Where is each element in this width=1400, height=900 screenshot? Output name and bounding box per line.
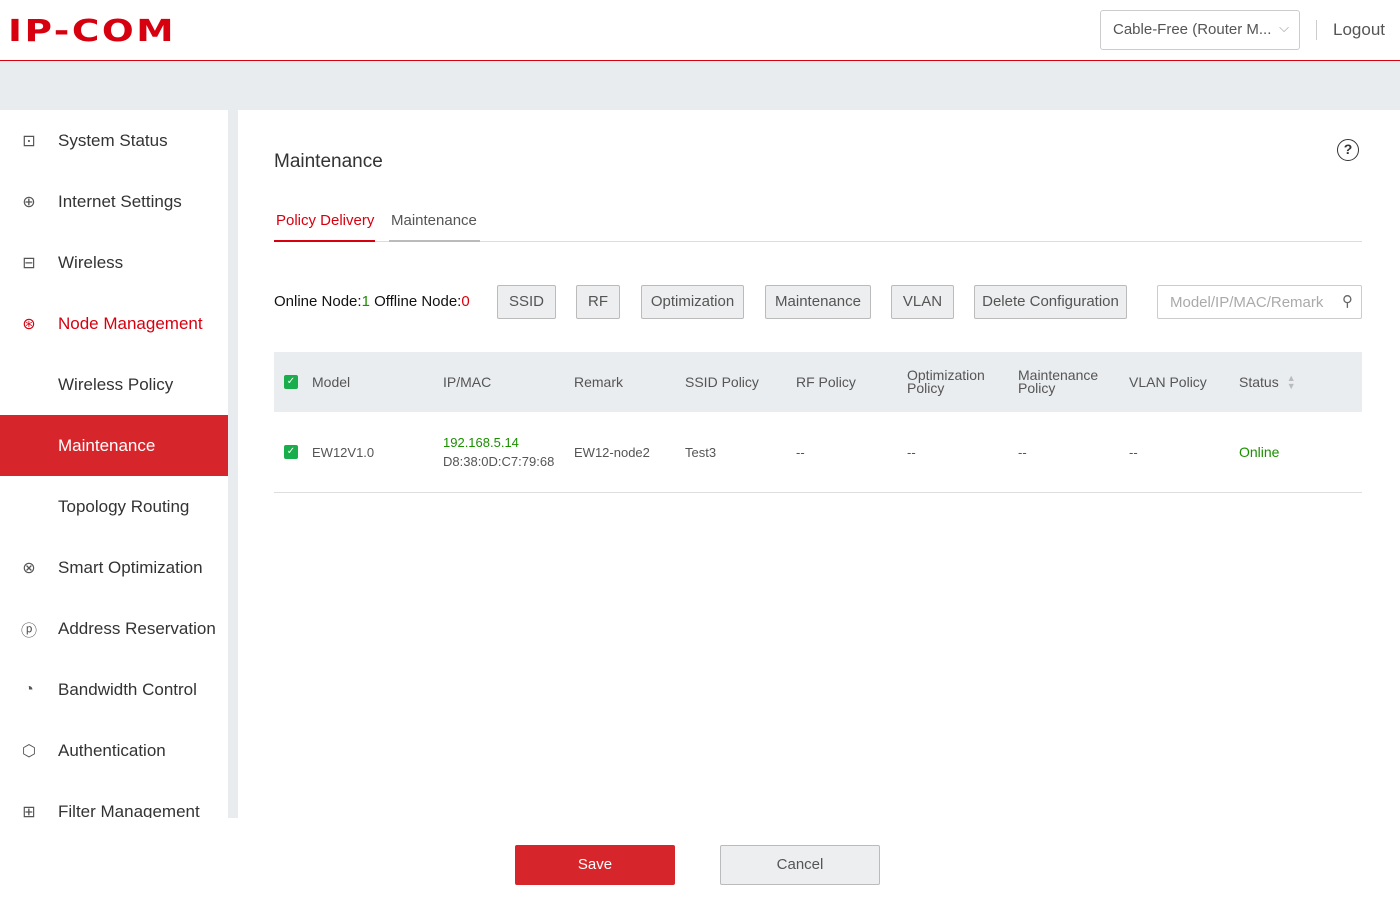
cell-model: EW12V1.0 <box>312 444 375 460</box>
cell-ip-mac: 192.168.5.14 D8:38:0D:C7:79:68 <box>443 412 554 492</box>
tab-maintenance[interactable]: Maintenance <box>389 210 480 242</box>
optimization-button[interactable]: Optimization <box>641 285 744 319</box>
divider <box>1316 20 1317 40</box>
node-counts: Online Node:1 Offline Node:0 <box>274 293 470 310</box>
delete-configuration-button[interactable]: Delete Configuration <box>974 285 1127 319</box>
mode-select-value: Cable-Free (Router M... <box>1113 21 1272 38</box>
ip-com-logo[interactable]: IP-COM <box>8 17 176 47</box>
table-row: ✓ EW12V1.0 192.168.5.14 D8:38:0D:C7:79:68… <box>274 412 1362 493</box>
col-ssid-policy: SSID Policy <box>685 373 759 390</box>
main-panel: Maintenance ? Policy Delivery Maintenanc… <box>238 110 1400 818</box>
col-rf-policy: RF Policy <box>796 373 856 390</box>
col-status-label: Status <box>1239 373 1279 390</box>
shield-icon: ⬡ <box>22 742 36 760</box>
cell-ssid-policy: Test3 <box>685 444 717 460</box>
cell-maintenance-policy: -- <box>1018 444 1027 460</box>
sidebar-item-filter-management[interactable]: ⊞ Filter Management <box>0 781 228 819</box>
col-vlan-policy: VLAN Policy <box>1129 373 1207 390</box>
offline-count: 0 <box>461 293 470 310</box>
ip-icon: ⓟ <box>20 622 37 640</box>
header: IP-COM Cable-Free (Router M... ⌵ Logout <box>0 0 1400 61</box>
col-maintenance-policy: Maintenance Policy <box>1018 367 1099 396</box>
select-all-checkbox[interactable]: ✓ <box>284 375 298 389</box>
sidebar-item-label: Authentication <box>58 740 166 760</box>
rf-button[interactable]: RF <box>576 285 620 319</box>
sort-icon[interactable]: ▲ ▼ <box>1287 374 1296 391</box>
sidebar-item-label: Topology Routing <box>58 496 190 516</box>
table-header: ✓ Model IP/MAC Remark SSID Policy RF Pol… <box>274 352 1362 412</box>
vlan-button[interactable]: VLAN <box>891 285 954 319</box>
maintenance-button[interactable]: Maintenance <box>765 285 871 319</box>
globe-icon: ⊕ <box>22 193 36 211</box>
node-icon: ⊛ <box>22 315 36 333</box>
online-count: 1 <box>361 293 370 310</box>
sidebar-item-label: Internet Settings <box>58 191 182 211</box>
sidebar-item-topology-routing[interactable]: Topology Routing <box>0 476 228 537</box>
logout-link[interactable]: Logout <box>1333 20 1385 40</box>
cell-remark: EW12-node2 <box>574 444 650 460</box>
search-input[interactable]: Model/IP/MAC/Remark ⚲ <box>1157 285 1362 319</box>
col-optimization-policy: Optimization Policy <box>907 367 985 396</box>
col-ip-mac: IP/MAC <box>443 373 492 390</box>
filter-icon: ⊞ <box>22 803 36 819</box>
sidebar-item-bandwidth-control[interactable]: ◔ Bandwidth Control <box>0 659 228 720</box>
col-remark: Remark <box>574 373 624 390</box>
sidebar-item-label: Maintenance <box>58 435 156 455</box>
chevron-down-icon: ⌵ <box>1279 20 1289 35</box>
sidebar-item-address-reservation[interactable]: ⓟ Address Reservation <box>0 598 228 659</box>
sidebar-item-label: Bandwidth Control <box>58 679 197 699</box>
wifi-screen-icon: ⊟ <box>22 254 36 272</box>
sidebar-item-wireless-policy[interactable]: Wireless Policy <box>0 354 228 415</box>
sidebar-item-internet-settings[interactable]: ⊕ Internet Settings <box>0 171 228 232</box>
cell-mac: D8:38:0D:C7:79:68 <box>443 454 555 469</box>
sidebar-item-node-management[interactable]: ⊛ Node Management <box>0 293 228 354</box>
col-model: Model <box>312 373 351 390</box>
cell-optimization-policy: -- <box>907 444 916 460</box>
page-title: Maintenance <box>274 151 383 172</box>
tab-bar: Policy Delivery Maintenance <box>274 210 1362 242</box>
save-button[interactable]: Save <box>515 845 675 885</box>
help-icon[interactable]: ? <box>1337 139 1359 161</box>
sidebar-item-smart-optimization[interactable]: ⊗ Smart Optimization <box>0 537 228 598</box>
cell-vlan-policy: -- <box>1129 444 1138 460</box>
cancel-button[interactable]: Cancel <box>720 845 880 885</box>
col-status[interactable]: Status ▲ ▼ <box>1239 352 1296 412</box>
offline-label: Offline Node: <box>369 293 462 310</box>
search-icon[interactable]: ⚲ <box>1342 292 1353 310</box>
sidebar-item-authentication[interactable]: ⬡ Authentication <box>0 720 228 781</box>
atom-icon: ⊗ <box>22 559 36 577</box>
gauge-icon: ◔ <box>24 680 34 698</box>
ssid-button[interactable]: SSID <box>497 285 556 319</box>
cell-status: Online <box>1239 443 1280 460</box>
monitor-icon: ⊡ <box>22 132 36 150</box>
cell-rf-policy: -- <box>796 444 805 460</box>
sidebar-item-label: Wireless <box>58 252 124 272</box>
sidebar: ⊡ System Status ⊕ Internet Settings ⊟ Wireles… <box>0 110 228 818</box>
sidebar-item-label: System Status <box>58 130 168 150</box>
sidebar-item-maintenance[interactable]: Maintenance <box>0 415 228 476</box>
sidebar-item-label: Address Reservation <box>58 618 216 638</box>
sidebar-item-label: Smart Optimization <box>58 557 203 577</box>
sidebar-item-wireless[interactable]: ⊟ Wireless <box>0 232 228 293</box>
tab-policy-delivery[interactable]: Policy Delivery <box>274 210 375 242</box>
search-placeholder: Model/IP/MAC/Remark <box>1170 294 1324 311</box>
sidebar-item-label: Filter Management <box>58 801 200 819</box>
sidebar-item-system-status[interactable]: ⊡ System Status <box>0 110 228 171</box>
footer: Save Cancel <box>0 818 1400 900</box>
sidebar-item-label: Wireless Policy <box>58 374 174 394</box>
row-checkbox[interactable]: ✓ <box>284 445 298 459</box>
cell-ip: 192.168.5.14 <box>443 435 519 450</box>
mode-select[interactable]: Cable-Free (Router M... ⌵ <box>1100 10 1300 50</box>
sidebar-item-label: Node Management <box>58 313 203 333</box>
online-label: Online Node: <box>274 293 362 310</box>
